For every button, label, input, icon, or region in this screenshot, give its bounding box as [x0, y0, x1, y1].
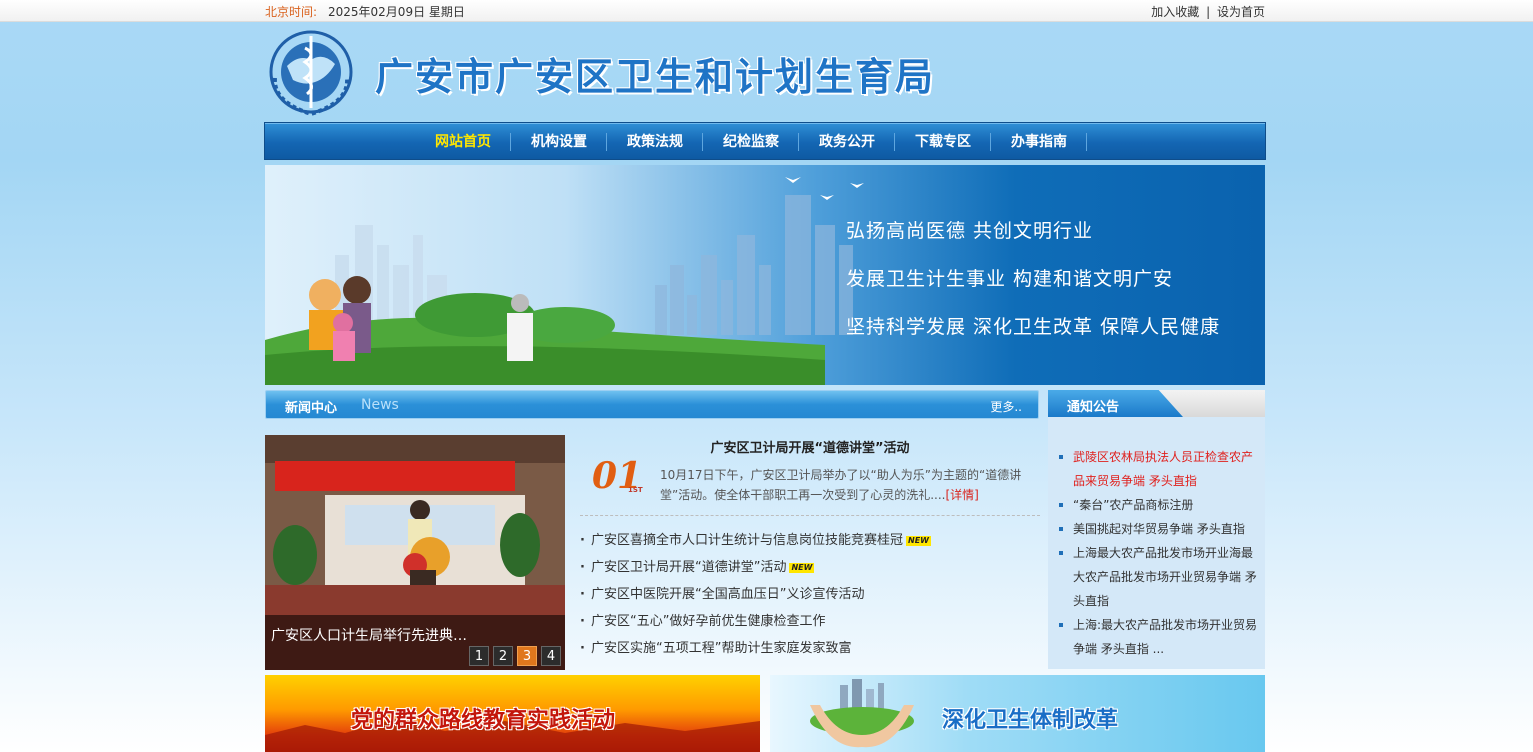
- hero-banner: 弘扬高尚医德 共创文明行业 发展卫生计生事业 构建和谐文明广安 坚持科学发展 深…: [265, 165, 1265, 385]
- news-item-title[interactable]: 广安区实施“五项工程”帮助计生家庭发家致富: [591, 641, 851, 656]
- headline-detail-link[interactable]: [详情]: [945, 488, 978, 502]
- site-header: 广安市广安区卫生和计划生育局: [265, 24, 1265, 120]
- pager-button-1[interactable]: 1: [469, 646, 489, 666]
- headline-title[interactable]: 广安区卫计局开展“道德讲堂”活动: [580, 437, 1040, 456]
- banner-slogan-3: 坚持科学发展 深化卫生改革 保障人民健康: [846, 316, 1221, 338]
- news-item-title[interactable]: 广安区“五心”做好孕前优生健康检查工作: [591, 614, 825, 629]
- news-list-item[interactable]: 广安区中医院开展“全国高血压日”义诊宣传活动: [580, 581, 1040, 608]
- news-list-item[interactable]: 广安区卫计局开展“道德讲堂”活动NEW: [580, 554, 1040, 581]
- date-value: 2025年02月09日 星期日: [328, 5, 465, 19]
- banner-slogan-1: 弘扬高尚医德 共创文明行业: [846, 220, 1094, 242]
- banner-slogan-2: 发展卫生计生事业 构建和谐文明广安: [846, 268, 1174, 290]
- notice-header: 通知公告: [1048, 390, 1265, 417]
- pager-button-4[interactable]: 4: [541, 646, 561, 666]
- news-center-header: 新闻中心 News 更多..: [265, 390, 1039, 419]
- slideshow-pager: 1 2 3 4: [469, 646, 561, 666]
- notice-item[interactable]: 上海:最大农产品批发市场开业贸易争端 矛头直指 ...: [1058, 613, 1258, 661]
- add-bookmark-link[interactable]: 加入收藏: [1151, 5, 1199, 19]
- notice-item[interactable]: 美国挑起对华贸易争端 矛头直指: [1058, 517, 1258, 541]
- news-item-title[interactable]: 广安区中医院开展“全国高血压日”义诊宣传活动: [591, 587, 864, 602]
- date-label: 北京时间:: [265, 5, 318, 19]
- news-more-link[interactable]: 更多..: [990, 398, 1022, 415]
- nav-item-home[interactable]: 网站首页: [415, 123, 511, 159]
- health-reform-banner-text: 深化卫生体制改革: [942, 707, 1119, 733]
- news-list: 广安区喜摘全市人口计生统计与信息岗位技能竞赛桂冠NEW 广安区卫计局开展“道德讲…: [580, 527, 1040, 662]
- nav-item-guide[interactable]: 办事指南: [991, 123, 1087, 159]
- news-item-title[interactable]: 广安区喜摘全市人口计生统计与信息岗位技能竞赛桂冠: [591, 533, 903, 548]
- top-links: 加入收藏 | 设为首页: [1151, 3, 1265, 20]
- set-homepage-link[interactable]: 设为首页: [1217, 5, 1265, 19]
- nav-item-downloads[interactable]: 下载专区: [895, 123, 991, 159]
- news-list-item[interactable]: 广安区喜摘全市人口计生统计与信息岗位技能竞赛桂冠NEW: [580, 527, 1040, 554]
- pager-button-3[interactable]: 3: [517, 646, 537, 666]
- top-bar: 北京时间: 2025年02月09日 星期日 加入收藏 | 设为首页: [0, 0, 1533, 22]
- site-title: 广安市广安区卫生和计划生育局: [375, 55, 936, 99]
- link-separator: |: [1206, 5, 1211, 19]
- main-nav: 网站首页 机构设置 政策法规 纪检监察 政务公开 下载专区 办事指南: [264, 122, 1266, 160]
- headline-summary: 10月17日下午，广安区卫计局举办了以“助人为乐”为主题的“道德讲堂”活动。使全…: [660, 465, 1040, 505]
- photo-caption[interactable]: 广安区人口计生局举行先进典…: [271, 625, 467, 645]
- headline-divider: [580, 515, 1040, 516]
- nav-item-organization[interactable]: 机构设置: [511, 123, 607, 159]
- pager-button-2[interactable]: 2: [493, 646, 513, 666]
- party-education-banner-text: 党的群众路线教育实践活动: [351, 707, 616, 733]
- nav-item-discipline[interactable]: 纪检监察: [703, 123, 799, 159]
- news-center-title: 新闻中心: [285, 401, 338, 416]
- headline-number-suffix: 1ST: [628, 486, 643, 494]
- news-list-item[interactable]: 广安区实施“五项工程”帮助计生家庭发家致富: [580, 635, 1040, 662]
- news-center-subtitle: News: [361, 397, 399, 413]
- nav-item-policy[interactable]: 政策法规: [607, 123, 703, 159]
- news-list-item[interactable]: 广安区“五心”做好孕前优生健康检查工作: [580, 608, 1040, 635]
- notice-panel: 武陵区农林局执法人员正检查农产品来贸易争端 矛头直指 “秦台”农产品商标注册 美…: [1048, 417, 1265, 669]
- party-education-banner[interactable]: 党的群众路线教育实践活动: [265, 675, 760, 752]
- new-badge: NEW: [906, 535, 931, 546]
- new-badge: NEW: [789, 562, 815, 573]
- who-emblem-icon: [269, 30, 353, 117]
- notice-item[interactable]: “秦台”农产品商标注册: [1058, 493, 1258, 517]
- nav-item-affairs[interactable]: 政务公开: [799, 123, 895, 159]
- notice-item[interactable]: 武陵区农林局执法人员正检查农产品来贸易争端 矛头直指: [1058, 445, 1258, 493]
- news-item-title[interactable]: 广安区卫计局开展“道德讲堂”活动: [591, 560, 786, 575]
- news-photo-slideshow[interactable]: 广安区人口计生局举行先进典… 1 2 3 4: [265, 435, 565, 670]
- notice-item[interactable]: 上海最大农产品批发市场开业海最大农产品批发市场开业贸易争端 矛头直指: [1058, 541, 1258, 613]
- notice-title: 通知公告: [1067, 400, 1120, 415]
- health-reform-banner[interactable]: 深化卫生体制改革: [770, 675, 1265, 752]
